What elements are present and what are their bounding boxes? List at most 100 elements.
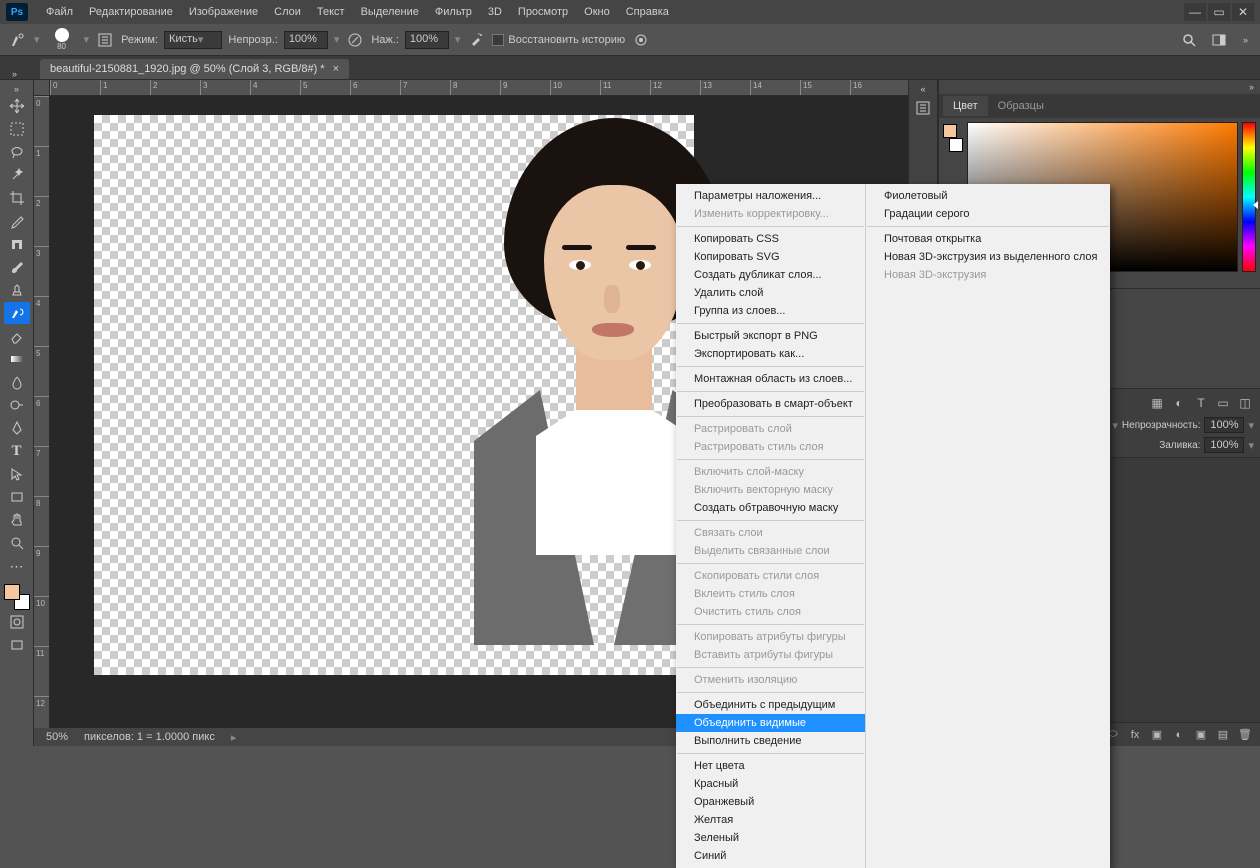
airbrush-icon[interactable] bbox=[466, 30, 486, 50]
panels-overflow[interactable]: » bbox=[939, 80, 1260, 94]
swatches-tab[interactable]: Образцы bbox=[988, 96, 1054, 116]
lasso-tool[interactable] bbox=[4, 141, 30, 163]
blur-tool[interactable] bbox=[4, 371, 30, 393]
new-layer-icon[interactable]: ▤ bbox=[1214, 726, 1232, 744]
adjustment-layer-icon[interactable]: ◐ bbox=[1170, 726, 1188, 744]
layer-style-icon[interactable]: fx bbox=[1126, 726, 1144, 744]
dodge-tool[interactable] bbox=[4, 394, 30, 416]
pen-tool[interactable] bbox=[4, 417, 30, 439]
path-selection-tool[interactable] bbox=[4, 463, 30, 485]
color-swatches[interactable] bbox=[4, 584, 30, 610]
vertical-ruler[interactable]: 0123456789101112 bbox=[34, 96, 50, 746]
context-menu-item[interactable]: Новая 3D-экструзия из выделенного слоя bbox=[866, 248, 1110, 266]
gradient-tool[interactable] bbox=[4, 348, 30, 370]
brush-tool[interactable] bbox=[4, 256, 30, 278]
hand-tool[interactable] bbox=[4, 509, 30, 531]
workspace-switcher-icon[interactable] bbox=[1209, 30, 1229, 50]
clone-stamp-tool[interactable] bbox=[4, 279, 30, 301]
layer-fill-input[interactable]: 100% bbox=[1204, 437, 1244, 453]
brush-settings-icon[interactable] bbox=[95, 30, 115, 50]
context-menu-item[interactable]: Быстрый экспорт в PNG bbox=[676, 327, 865, 345]
document-info[interactable]: пикселов: 1 = 1.0000 пикс bbox=[84, 731, 215, 743]
context-menu-item[interactable]: Копировать SVG bbox=[676, 248, 865, 266]
filter-shape-icon[interactable]: ▭ bbox=[1214, 394, 1232, 412]
foreground-color-swatch[interactable] bbox=[4, 584, 20, 600]
context-menu-item[interactable]: Желтая bbox=[676, 811, 865, 829]
type-tool[interactable]: T bbox=[4, 440, 30, 462]
opacity-input[interactable]: 100% bbox=[284, 31, 328, 49]
dock-overflow[interactable]: « bbox=[909, 84, 937, 94]
context-menu-item[interactable]: Зеленый bbox=[676, 829, 865, 847]
crop-tool[interactable] bbox=[4, 187, 30, 209]
menu-select[interactable]: Выделение bbox=[353, 2, 427, 22]
context-menu-item[interactable]: Почтовая открытка bbox=[866, 230, 1110, 248]
maximize-button[interactable]: ▭ bbox=[1208, 3, 1230, 21]
zoom-level[interactable]: 50% bbox=[46, 731, 68, 743]
filter-smart-icon[interactable]: ◫ bbox=[1236, 394, 1254, 412]
context-menu-item[interactable]: Оранжевый bbox=[676, 793, 865, 811]
context-menu-item[interactable]: Фиолетовый bbox=[866, 187, 1110, 205]
color-tab[interactable]: Цвет bbox=[943, 96, 988, 116]
menu-text[interactable]: Текст bbox=[309, 2, 353, 22]
minimize-button[interactable]: — bbox=[1184, 3, 1206, 21]
history-brush-tool[interactable] bbox=[4, 302, 30, 324]
context-menu-item[interactable]: Монтажная область из слоев... bbox=[676, 370, 865, 388]
context-menu-item[interactable]: Параметры наложения... bbox=[676, 187, 865, 205]
context-menu-item[interactable]: Создать обтравочную маску bbox=[676, 499, 865, 517]
document-tab[interactable]: beautiful-2150881_1920.jpg @ 50% (Слой 3… bbox=[40, 59, 349, 79]
search-icon[interactable] bbox=[1179, 30, 1199, 50]
mode-select[interactable]: Кисть ▾ bbox=[164, 31, 222, 49]
flow-input[interactable]: 100% bbox=[405, 31, 449, 49]
context-menu-item[interactable]: Группа из слоев... bbox=[676, 302, 865, 320]
context-menu-item[interactable]: Градации серого bbox=[866, 205, 1110, 223]
document-canvas[interactable] bbox=[94, 115, 694, 675]
layer-mask-icon[interactable]: ▣ bbox=[1148, 726, 1166, 744]
context-menu-item[interactable]: Синий bbox=[676, 847, 865, 865]
filter-type-icon[interactable]: T bbox=[1192, 394, 1210, 412]
overflow-icon[interactable]: » bbox=[1239, 35, 1252, 45]
magic-wand-tool[interactable] bbox=[4, 164, 30, 186]
filter-adjust-icon[interactable]: ◐ bbox=[1170, 394, 1188, 412]
toolbox-overflow[interactable]: » bbox=[10, 84, 23, 94]
filter-pixel-icon[interactable]: ▦ bbox=[1148, 394, 1166, 412]
menu-help[interactable]: Справка bbox=[618, 2, 677, 22]
layer-opacity-input[interactable]: 100% bbox=[1204, 417, 1244, 433]
color-panel-swatches[interactable] bbox=[943, 124, 963, 160]
history-panel-icon[interactable] bbox=[911, 96, 935, 120]
context-menu-item[interactable]: Нет цвета bbox=[676, 757, 865, 775]
context-menu-item[interactable]: Удалить слой bbox=[676, 284, 865, 302]
menu-view[interactable]: Просмотр bbox=[510, 2, 576, 22]
rectangle-tool[interactable] bbox=[4, 486, 30, 508]
delete-layer-icon[interactable]: 🗑 bbox=[1236, 726, 1254, 744]
screenmode-tool[interactable] bbox=[4, 634, 30, 656]
quickmask-tool[interactable] bbox=[4, 611, 30, 633]
context-menu-item[interactable]: Экспортировать как... bbox=[676, 345, 865, 363]
healing-brush-tool[interactable] bbox=[4, 233, 30, 255]
context-menu-item[interactable]: Копировать CSS bbox=[676, 230, 865, 248]
history-brush-tool-icon[interactable] bbox=[8, 30, 28, 50]
menu-window[interactable]: Окно bbox=[576, 2, 618, 22]
menu-3d[interactable]: 3D bbox=[480, 2, 510, 22]
tab-overflow-left[interactable]: » bbox=[8, 69, 21, 79]
eraser-tool[interactable] bbox=[4, 325, 30, 347]
horizontal-ruler[interactable]: 012345678910111213141516 bbox=[50, 80, 908, 96]
group-icon[interactable]: ▣ bbox=[1192, 726, 1210, 744]
context-menu-item[interactable]: Преобразовать в смарт-объект bbox=[676, 395, 865, 413]
close-button[interactable]: ✕ bbox=[1232, 3, 1254, 21]
edit-toolbar[interactable]: ⋯ bbox=[4, 555, 30, 577]
pressure-opacity-icon[interactable] bbox=[345, 30, 365, 50]
menu-edit[interactable]: Редактирование bbox=[81, 2, 181, 22]
menu-filter[interactable]: Фильтр bbox=[427, 2, 480, 22]
context-menu-item[interactable]: Выполнить сведение bbox=[676, 732, 865, 750]
tab-close-icon[interactable]: × bbox=[333, 63, 339, 75]
context-menu-item[interactable]: Объединить видимые bbox=[676, 714, 865, 732]
marquee-tool[interactable] bbox=[4, 118, 30, 140]
menu-layers[interactable]: Слои bbox=[266, 2, 309, 22]
restore-history-checkbox[interactable]: Восстановить историю bbox=[492, 34, 625, 46]
hue-slider[interactable] bbox=[1242, 122, 1256, 272]
context-menu-item[interactable]: Объединить с предыдущим bbox=[676, 696, 865, 714]
eyedropper-tool[interactable] bbox=[4, 210, 30, 232]
pressure-size-icon[interactable] bbox=[631, 30, 651, 50]
context-menu-item[interactable]: Красный bbox=[676, 775, 865, 793]
zoom-tool[interactable] bbox=[4, 532, 30, 554]
